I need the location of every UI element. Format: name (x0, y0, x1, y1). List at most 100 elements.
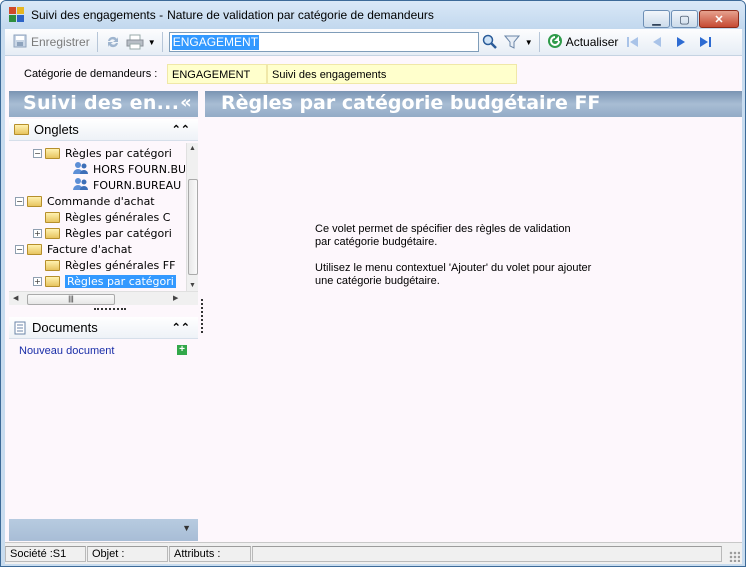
header-row: Catégorie de demandeurs : ENGAGEMENT Sui… (5, 57, 742, 87)
application-window: Suivi des engagements - Nature de validat… (0, 0, 746, 567)
folder-icon (45, 211, 60, 223)
tree-item[interactable]: + Règles par catégori (33, 273, 176, 289)
tree-item-label: Règles par catégori (65, 274, 176, 288)
tree-item-label: FOURN.BUREAU (93, 178, 182, 192)
status-attributs: Attributs : (169, 545, 251, 562)
tree-item[interactable]: − Facture d'achat (15, 241, 132, 257)
tree-item[interactable]: Règles générales C (33, 209, 170, 225)
scroll-right-icon[interactable]: ▶ (173, 294, 178, 302)
category-description-field[interactable]: Suivi des engagements (267, 64, 517, 84)
app-icon (9, 7, 25, 23)
tree-item[interactable]: HORS FOURN.BU (61, 161, 185, 177)
window-title: Suivi des engagements - Nature de validat… (31, 8, 434, 22)
left-panel-footer: ▼ (9, 519, 198, 541)
chevron-down-icon[interactable]: ▼ (182, 523, 191, 533)
toolbar-separator (96, 32, 98, 52)
save-icon (12, 33, 28, 52)
status-objet: Objet : (87, 545, 168, 562)
collapse-icon[interactable]: − (15, 196, 24, 206)
onglets-section-header[interactable]: Onglets ⌃⌃ (9, 119, 198, 141)
add-icon[interactable]: + (177, 345, 187, 355)
category-label: Catégorie de demandeurs : (24, 68, 158, 80)
expand-icon[interactable]: + (33, 228, 42, 238)
left-panel-title: Suivi des en... (23, 92, 180, 114)
left-panel: Suivi des en... « Onglets ⌃⌃ − Règles par… (9, 91, 198, 541)
client-area: Enregistrer ▼ ENGAGEMENT ▼ Actualiser Ca… (5, 29, 742, 564)
tabs-tree: − Règles par catégori HORS FOURN.BU FOURN.B… (9, 143, 185, 291)
chevron-up-icon[interactable]: ⌃⌃ (172, 123, 190, 136)
documents-title: Documents (32, 320, 98, 335)
info-line: par catégorie budgétaire. (315, 236, 438, 248)
collapse-icon[interactable]: − (15, 244, 24, 254)
toolbar-separator (161, 32, 163, 52)
tree-horizontal-scrollbar[interactable]: ◀ ||| ▶ (9, 291, 198, 305)
folder-icon (45, 147, 60, 159)
next-record-icon[interactable] (669, 31, 693, 53)
sync-icon[interactable] (102, 31, 124, 53)
folder-icon (45, 227, 60, 239)
tree-item-label: Règles par catégori (65, 226, 172, 240)
save-button[interactable]: Enregistrer (9, 31, 93, 53)
onglets-title: Onglets (34, 122, 79, 137)
maximize-button[interactable]: ▢ (671, 10, 698, 28)
previous-record-icon[interactable] (645, 31, 669, 53)
tree-item-label: Commande d'achat (47, 194, 155, 208)
info-line: Utilisez le menu contextuel 'Ajouter' du… (315, 262, 592, 274)
tree-item[interactable]: − Règles par catégori (33, 145, 172, 161)
tree-item-label: Règles par catégori (65, 146, 172, 160)
scrollbar-thumb[interactable]: ||| (27, 294, 115, 305)
folder-icon (45, 259, 60, 271)
filter-icon[interactable] (501, 31, 523, 53)
tree-item[interactable]: + Règles par catégori (33, 225, 172, 241)
tree-item-label: Règles générales C (65, 210, 171, 224)
save-label: Enregistrer (31, 35, 90, 49)
horizontal-splitter-handle[interactable] (94, 308, 126, 312)
document-icon (14, 321, 26, 335)
info-line: Ce volet permet de spécifier des règles … (315, 223, 571, 235)
scroll-up-icon[interactable]: ▲ (189, 145, 196, 152)
search-icon[interactable] (479, 31, 501, 53)
tree-item[interactable]: Règles générales FF (33, 257, 175, 273)
print-icon[interactable] (124, 31, 146, 53)
folder-open-icon (45, 275, 60, 287)
minimize-button[interactable]: ▁ (643, 10, 670, 28)
filter-dropdown-icon[interactable]: ▼ (523, 31, 535, 53)
info-line: une catégorie budgétaire. (315, 275, 440, 287)
users-icon (73, 177, 89, 194)
scroll-left-icon[interactable]: ◀ (13, 294, 18, 302)
right-panel: Règles par catégorie budgétaire FF Ce vo… (205, 91, 742, 541)
first-record-icon[interactable] (621, 31, 645, 53)
collapse-panel-icon[interactable]: « (180, 92, 192, 113)
folder-icon (14, 124, 29, 135)
scroll-down-icon[interactable]: ▼ (189, 282, 196, 289)
status-bar: Société :S1 Objet : Attributs : (5, 542, 742, 564)
folder-icon (27, 243, 42, 255)
print-dropdown-icon[interactable]: ▼ (146, 31, 158, 53)
status-empty (252, 545, 722, 562)
search-input[interactable]: ENGAGEMENT (168, 32, 479, 52)
expand-icon[interactable]: + (33, 276, 42, 286)
refresh-button[interactable]: Actualiser (544, 31, 622, 53)
tree-vertical-scrollbar[interactable]: ▲ ▼ (186, 143, 198, 291)
collapse-icon[interactable]: − (33, 148, 42, 158)
vertical-splitter-handle[interactable] (201, 299, 204, 333)
tree-item-label: HORS FOURN.BU (93, 162, 185, 176)
tree-item[interactable]: FOURN.BUREAU (61, 177, 181, 193)
tree-item-label: Facture d'achat (47, 242, 132, 256)
scrollbar-thumb[interactable] (188, 179, 198, 275)
chevron-up-icon[interactable]: ⌃⌃ (172, 321, 190, 334)
right-panel-header: Règles par catégorie budgétaire FF (205, 91, 742, 117)
users-icon (73, 161, 89, 178)
resize-grip-icon[interactable] (729, 551, 740, 562)
last-record-icon[interactable] (693, 31, 717, 53)
title-bar[interactable]: Suivi des engagements - Nature de validat… (1, 1, 745, 29)
documents-section-header[interactable]: Documents ⌃⌃ (9, 317, 198, 339)
close-button[interactable]: ✕ (699, 10, 739, 28)
tree-item[interactable]: − Commande d'achat (15, 193, 155, 209)
left-panel-header: Suivi des en... « (9, 91, 198, 117)
status-societe: Société :S1 (5, 545, 86, 562)
toolbar: Enregistrer ▼ ENGAGEMENT ▼ Actualiser (5, 29, 742, 56)
category-code-field[interactable]: ENGAGEMENT (167, 64, 267, 84)
new-document-link[interactable]: Nouveau document (19, 345, 114, 357)
search-value: ENGAGEMENT (171, 34, 260, 50)
